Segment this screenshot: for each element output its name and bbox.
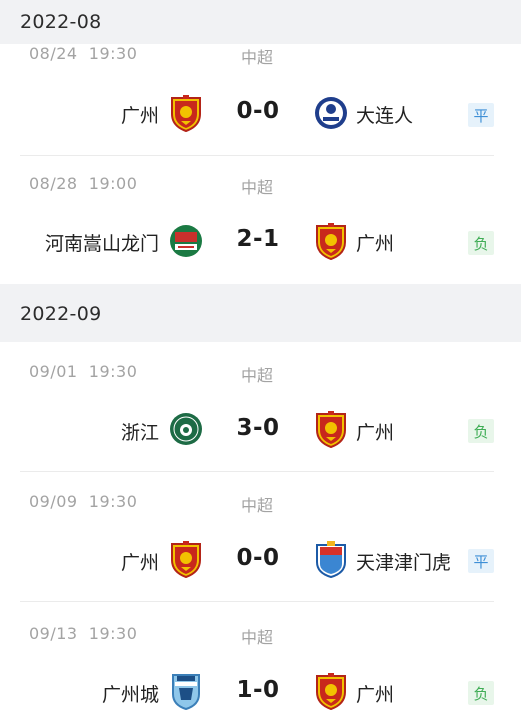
dalian-crest-icon — [314, 94, 348, 132]
guangzhou-crest-icon — [314, 410, 348, 448]
match-datetime: 09/09 19:30 — [29, 492, 138, 511]
result-badge: 负 — [468, 231, 494, 255]
home-team-name: 浙江 — [120, 422, 159, 444]
match-list: 08/24 19:30 中超 广州 0-0 大连人 平 08/28 19:00 … — [0, 44, 521, 284]
home-team-name: 广州城 — [101, 684, 159, 706]
zhejiang-crest-icon — [169, 410, 203, 448]
home-team-name: 广州 — [120, 552, 159, 574]
match-row[interactable]: 08/28 19:00 中超 河南嵩山龙门 2-1 广州 负 — [0, 156, 521, 284]
away-team-name: 广州 — [356, 684, 395, 706]
away-team-name: 广州 — [356, 422, 395, 444]
league-label: 中超 — [241, 496, 274, 515]
month-label: 2022-08 — [20, 11, 102, 33]
month-label: 2022-09 — [20, 303, 102, 325]
league-label: 中超 — [241, 178, 274, 197]
score: 2-1 — [236, 226, 280, 252]
match-datetime: 08/24 19:30 — [29, 44, 138, 63]
guangzhou-crest-icon — [169, 94, 203, 132]
away-team-name: 广州 — [356, 233, 395, 255]
league-label: 中超 — [241, 628, 274, 647]
result-badge: 平 — [468, 103, 494, 127]
guangzhou-crest-icon — [169, 540, 203, 578]
match-datetime: 09/13 19:30 — [29, 624, 138, 643]
score: 3-0 — [236, 415, 280, 441]
result-badge: 负 — [468, 419, 494, 443]
henan-crest-icon — [169, 222, 203, 260]
tianjin-crest-icon — [314, 540, 348, 578]
result-badge: 负 — [468, 681, 494, 705]
score: 1-0 — [236, 677, 280, 703]
score: 0-0 — [236, 545, 280, 571]
away-team-name: 大连人 — [356, 105, 414, 127]
league-label: 中超 — [241, 366, 274, 385]
guangzhou-crest-icon — [314, 222, 348, 260]
match-row[interactable]: 08/24 19:30 中超 广州 0-0 大连人 平 — [0, 36, 521, 156]
home-team-name: 河南嵩山龙门 — [44, 233, 159, 255]
score: 0-0 — [236, 98, 280, 124]
match-row[interactable]: 09/13 19:30 中超 广州城 1-0 广州 负 — [0, 602, 521, 718]
league-label: 中超 — [241, 48, 274, 67]
match-row[interactable]: 09/01 19:30 中超 浙江 3-0 广州 负 — [0, 342, 521, 472]
away-team-name: 天津津门虎 — [356, 552, 452, 574]
match-list: 09/01 19:30 中超 浙江 3-0 广州 负 09/09 19:30 中… — [0, 342, 521, 718]
month-header: 2022-09 — [0, 292, 521, 336]
guangzhou-city-crest-icon — [169, 672, 203, 710]
match-row[interactable]: 09/09 19:30 中超 广州 0-0 天津津门虎 平 — [0, 472, 521, 602]
result-badge: 平 — [468, 549, 494, 573]
match-datetime: 08/28 19:00 — [29, 174, 138, 193]
guangzhou-crest-icon — [314, 672, 348, 710]
home-team-name: 广州 — [120, 105, 159, 127]
match-datetime: 09/01 19:30 — [29, 362, 138, 381]
